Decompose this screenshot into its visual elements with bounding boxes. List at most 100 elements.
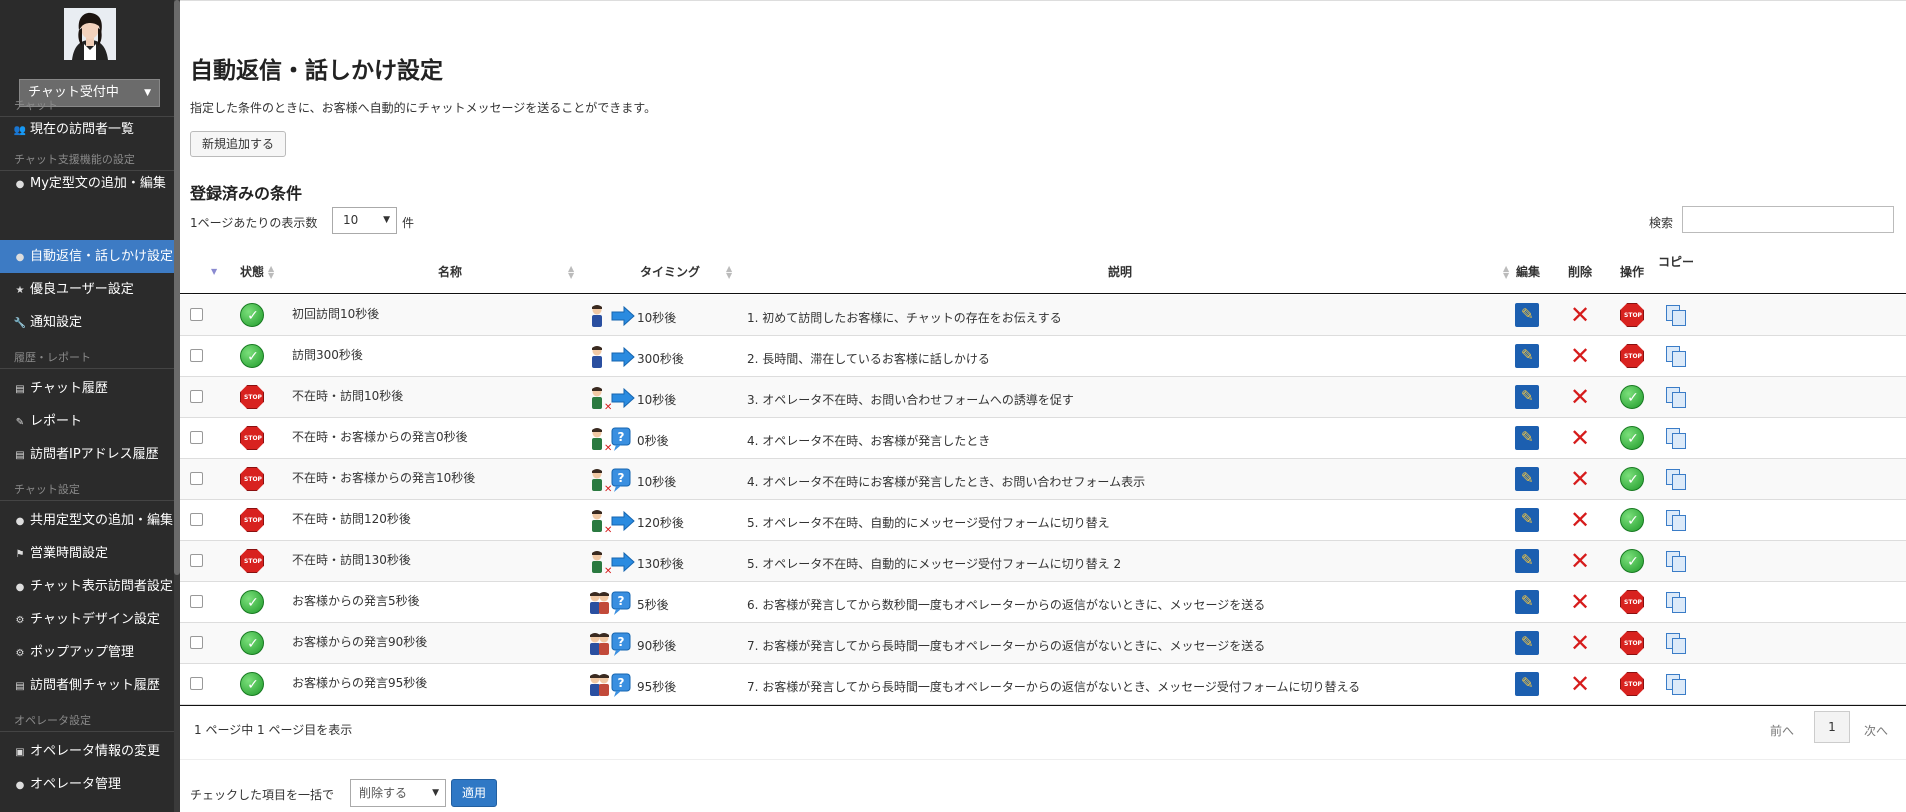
delete-icon[interactable]: ✕ [1567, 630, 1593, 656]
copy-icon[interactable] [1664, 426, 1688, 450]
start-icon[interactable]: ✓ [1620, 385, 1644, 409]
copy-icon[interactable] [1664, 672, 1688, 696]
status-active-icon: ✓ [240, 631, 264, 655]
copy-icon[interactable] [1664, 344, 1688, 368]
sidebar-item-shared-templates[interactable]: ● 共用定型文の追加・編集 [0, 504, 174, 537]
copy-icon[interactable] [1664, 467, 1688, 491]
sidebar-item-my-templates[interactable]: ● My定型文の追加・編集 [0, 167, 174, 200]
timing-value: 10秒後 [637, 393, 677, 407]
column-timing[interactable]: タイミング [610, 251, 730, 293]
table-row: ✓ お客様からの発言90秒後? 90秒後 7. お客様が発言してから長時間一度もオペレ… [180, 623, 1906, 664]
apply-button[interactable]: 適用 [451, 779, 498, 807]
row-checkbox[interactable] [190, 390, 203, 403]
copy-icon[interactable] [1664, 508, 1688, 532]
status-stopped-icon: STOP [240, 508, 264, 532]
edit-icon[interactable]: ✎ [1515, 672, 1539, 696]
sort-icon[interactable]: ▲ ▼ [726, 265, 732, 280]
column-edit: 編集 [1515, 265, 1540, 279]
sidebar-item-notifications[interactable]: 🔧 通知設定 [0, 306, 174, 339]
sidebar-item-report[interactable]: ✎ レポート [0, 405, 174, 438]
copy-icon[interactable] [1664, 385, 1688, 409]
delete-icon[interactable]: ✕ [1567, 384, 1593, 410]
row-checkbox[interactable] [190, 472, 203, 485]
pagination-prev[interactable]: 前へ [1770, 722, 1794, 739]
row-checkbox[interactable] [190, 431, 203, 444]
per-page-select[interactable]: 10 ▼ [332, 207, 397, 234]
start-icon[interactable]: ✓ [1620, 467, 1644, 491]
copy-icon[interactable] [1664, 631, 1688, 655]
sidebar-item-current-visitors[interactable]: 👥 現在の訪問者一覧 [0, 113, 174, 146]
start-icon[interactable]: ✓ [1620, 508, 1644, 532]
sort-icon[interactable]: ▼ [211, 268, 217, 276]
edit-icon[interactable]: ✎ [1515, 385, 1539, 409]
sort-icon[interactable]: ▲ ▼ [1503, 265, 1509, 280]
bulk-action-select[interactable]: 削除する ▼ [350, 779, 446, 807]
edit-icon[interactable]: ✎ [1515, 631, 1539, 655]
delete-icon[interactable]: ✕ [1567, 589, 1593, 615]
delete-icon[interactable]: ✕ [1567, 425, 1593, 451]
id-card-icon: ▣ [15, 747, 25, 758]
copy-icon[interactable] [1664, 590, 1688, 614]
delete-icon[interactable]: ✕ [1567, 466, 1593, 492]
stop-icon[interactable]: STOP [1620, 344, 1644, 368]
delete-icon[interactable]: ✕ [1567, 302, 1593, 328]
search-label: 検索 [1649, 216, 1674, 230]
stop-icon[interactable]: STOP [1620, 303, 1644, 327]
delete-icon[interactable]: ✕ [1567, 343, 1593, 369]
copy-icon[interactable] [1664, 549, 1688, 573]
start-icon[interactable]: ✓ [1620, 426, 1644, 450]
bulk-action-label: チェックした項目を一括で [190, 788, 335, 802]
row-checkbox[interactable] [190, 308, 203, 321]
copy-icon[interactable] [1664, 303, 1688, 327]
row-checkbox[interactable] [190, 349, 203, 362]
edit-icon[interactable]: ✎ [1515, 549, 1539, 573]
sidebar-item-operator-info[interactable]: ▣ オペレータ情報の変更 [0, 735, 174, 768]
avatar[interactable] [64, 8, 116, 60]
condition-description: 7. お客様が発言してから長時間一度もオペレーターからの返信がないときに、メッセ… [747, 639, 1266, 653]
stop-icon[interactable]: STOP [1620, 631, 1644, 655]
row-checkbox[interactable] [190, 513, 203, 526]
sidebar: チャット受付中 ▼ チャット 👥 現在の訪問者一覧 チャット支援機能の設定 ● My… [0, 0, 180, 812]
table-row: STOP 不在時・お客様からの発言10秒後 ✕? 10秒後 4. オペレータ不在時にお客… [180, 459, 1906, 500]
sidebar-item-chat-design[interactable]: ⚙ チャットデザイン設定 [0, 603, 174, 636]
search-input[interactable] [1682, 206, 1894, 233]
add-new-button[interactable]: 新規追加する [190, 131, 287, 157]
delete-icon[interactable]: ✕ [1567, 507, 1593, 533]
condition-name: 不在時・お客様からの発言10秒後 [292, 471, 476, 485]
sidebar-item-popup[interactable]: ⚙ ポップアップ管理 [0, 636, 174, 669]
table-row: STOP 不在時・お客様からの発言0秒後 ✕? 0秒後 4. オペレータ不在時、お客様が… [180, 418, 1906, 459]
pagination-current[interactable]: 1 [1814, 711, 1850, 743]
row-checkbox[interactable] [190, 636, 203, 649]
sidebar-item-vip-users[interactable]: ★ 優良ユーザー設定 [0, 273, 174, 306]
delete-icon[interactable]: ✕ [1567, 548, 1593, 574]
stop-icon[interactable]: STOP [1620, 672, 1644, 696]
sidebar-item-label: ポップアップ管理 [30, 645, 135, 660]
edit-icon[interactable]: ✎ [1515, 508, 1539, 532]
delete-icon[interactable]: ✕ [1567, 671, 1593, 697]
column-description[interactable]: 説明 [1080, 251, 1160, 293]
edit-icon[interactable]: ✎ [1515, 303, 1539, 327]
column-name[interactable]: 名称 [400, 251, 500, 293]
per-page-value: 10 [343, 213, 359, 227]
sort-icon[interactable]: ▲ ▼ [568, 265, 574, 280]
column-status[interactable]: 状態 [232, 251, 272, 293]
sort-icon[interactable]: ▲ ▼ [268, 265, 274, 280]
sidebar-item-business-hours[interactable]: ⚑ 営業時間設定 [0, 537, 174, 570]
sidebar-item-chat-history[interactable]: ▤ チャット履歴 [0, 372, 174, 405]
row-checkbox[interactable] [190, 595, 203, 608]
row-checkbox[interactable] [190, 554, 203, 567]
start-icon[interactable]: ✓ [1620, 549, 1644, 573]
sidebar-item-visitor-chat-history[interactable]: ▤ 訪問者側チャット履歴 [0, 669, 174, 702]
sidebar-item-visitor-display[interactable]: ● チャット表示訪問者設定 [0, 570, 174, 603]
edit-icon[interactable]: ✎ [1515, 344, 1539, 368]
stop-icon[interactable]: STOP [1620, 590, 1644, 614]
pagination-next[interactable]: 次へ [1864, 722, 1888, 739]
edit-icon[interactable]: ✎ [1515, 426, 1539, 450]
sidebar-item-operator-manage[interactable]: ● オペレータ管理 [0, 768, 174, 801]
sidebar-item-ip-history[interactable]: ▤ 訪問者IPアドレス履歴 [0, 438, 174, 471]
table-row: STOP 不在時・訪問130秒後 ✕ 130秒後 5. オペレータ不在時、自動的にメッセ… [180, 541, 1906, 582]
row-checkbox[interactable] [190, 677, 203, 690]
edit-icon[interactable]: ✎ [1515, 467, 1539, 491]
sidebar-item-auto-reply[interactable]: ● 自動返信・話しかけ設定 [0, 240, 174, 273]
edit-icon[interactable]: ✎ [1515, 590, 1539, 614]
